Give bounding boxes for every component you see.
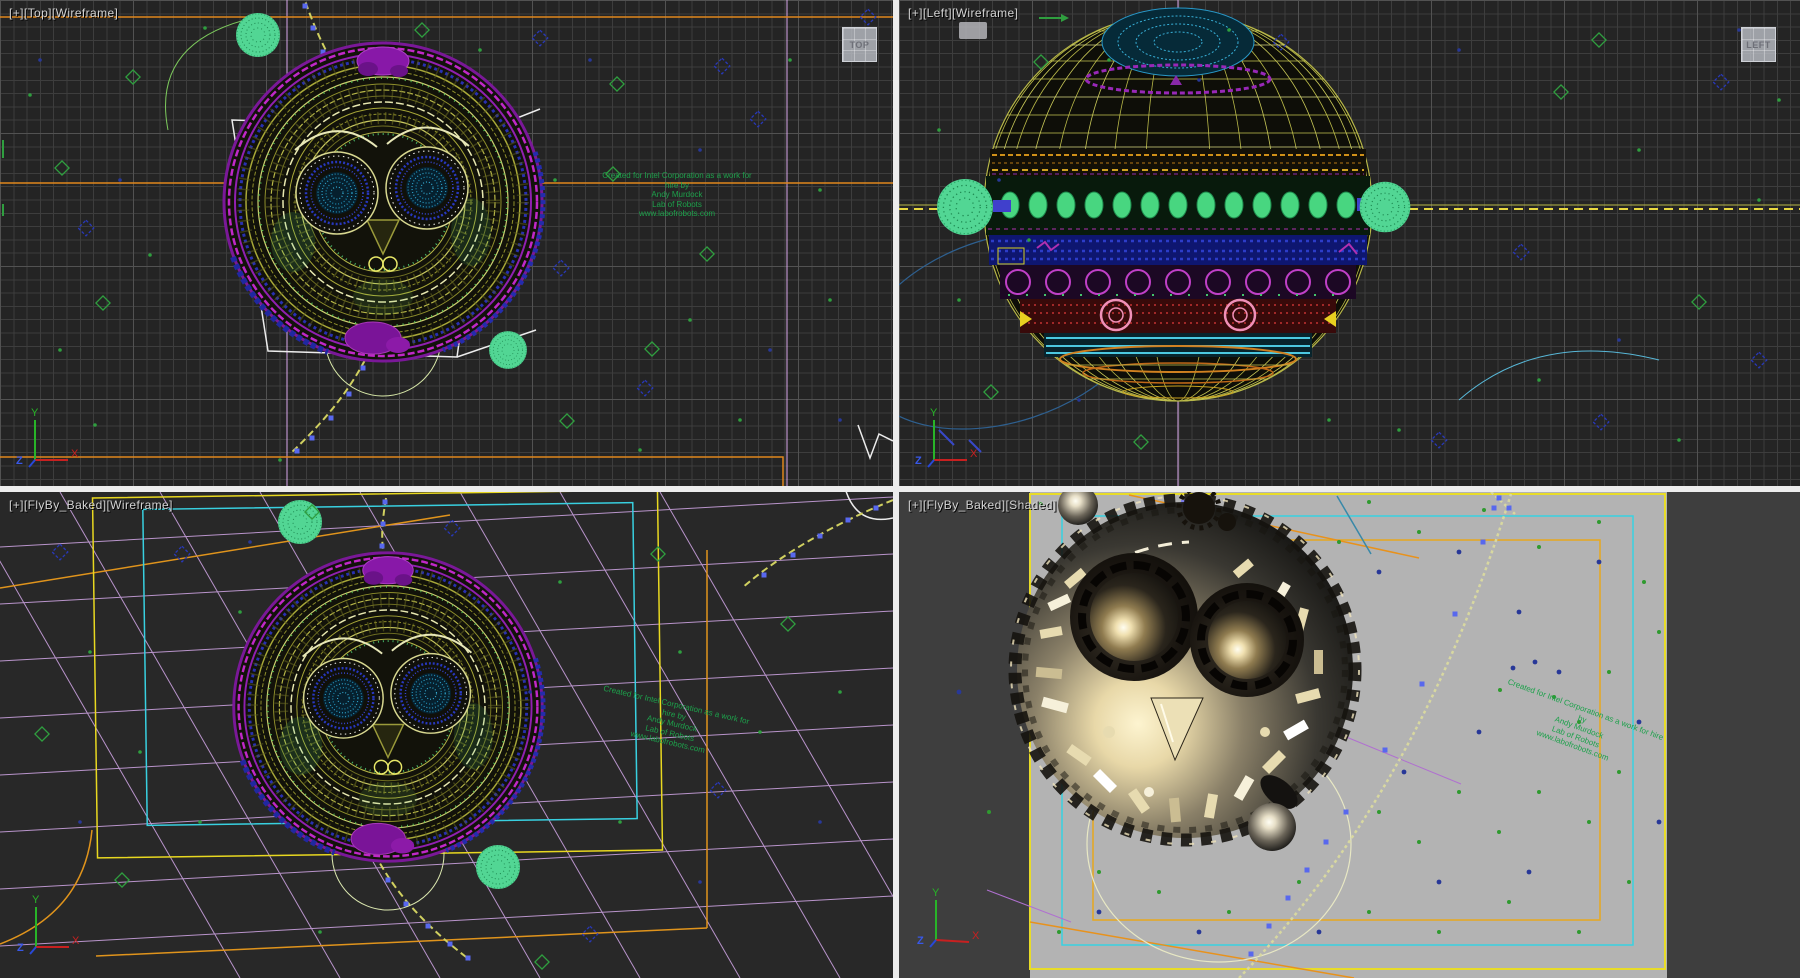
axis-x-label: X <box>71 448 79 460</box>
axis-gizmo: Y X Z <box>3 891 83 963</box>
axis-z-label: Z <box>915 455 922 467</box>
viewcube-top[interactable]: TOP <box>842 27 877 62</box>
axis-y-label: Y <box>932 887 940 899</box>
viewport-canvas-top[interactable] <box>0 0 893 486</box>
viewport-label-camera-shaded[interactable]: [+][FlyBy_Baked][Shaded] <box>908 498 1057 512</box>
viewport-label-left[interactable]: [+][Left][Wireframe] <box>908 6 1018 20</box>
axis-gizmo: Y X Z <box>903 884 983 956</box>
axis-x-label: X <box>970 448 978 460</box>
viewport-canvas-left[interactable] <box>899 0 1800 486</box>
viewport-label-top[interactable]: [+][Top][Wireframe] <box>9 6 118 20</box>
axis-z-label: Z <box>16 455 23 467</box>
credit-text: Created for Intel Corporation as a work … <box>598 171 756 219</box>
viewcube-left[interactable]: LEFT <box>1741 27 1776 62</box>
viewport-top[interactable]: Created for Intel Corporation as a work … <box>0 0 893 486</box>
owl-left-eye <box>1090 573 1178 661</box>
owl-right-eye <box>1208 601 1286 679</box>
axis-y-label: Y <box>31 407 39 419</box>
viewport-label-camera-wire[interactable]: [+][FlyBy_Baked][Wireframe] <box>9 498 173 512</box>
axis-gizmo: Y X Z <box>901 404 981 476</box>
axis-x-label: X <box>72 935 80 947</box>
axis-y-label: Y <box>930 407 938 419</box>
quad-viewport-stage: Created for Intel Corporation as a work … <box>0 0 1800 978</box>
wireframe-sphere <box>984 8 1372 401</box>
axis-gizmo: Y X Z <box>2 404 82 476</box>
viewport-camera-wireframe[interactable]: Created for Intel Corporation as a work … <box>0 492 893 978</box>
axis-z-label: Z <box>17 942 24 954</box>
viewport-left[interactable]: Y X Z [+][Left][Wireframe] LEFT <box>899 0 1800 486</box>
axis-z-label: Z <box>917 935 924 947</box>
viewport-canvas-camera-wire[interactable] <box>0 492 893 978</box>
axis-y-label: Y <box>32 894 40 906</box>
satellite-sphere-bottom <box>1248 803 1296 851</box>
viewport-camera-shaded[interactable]: Created for Intel Corporation as a work … <box>899 492 1800 978</box>
axis-x-label: X <box>972 930 980 942</box>
